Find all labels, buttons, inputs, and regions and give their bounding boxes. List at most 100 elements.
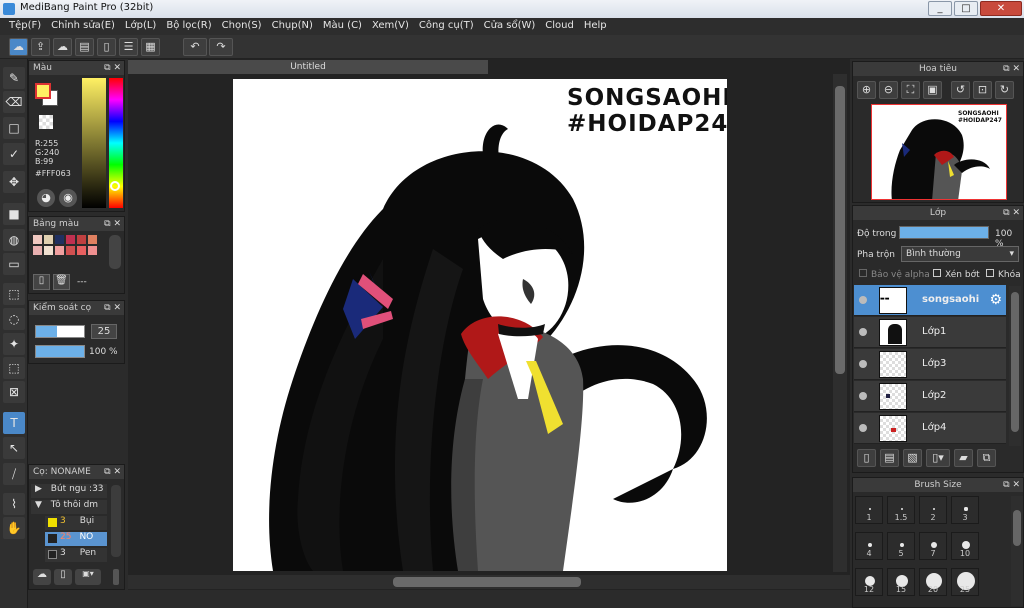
palette-swatch[interactable] — [77, 246, 86, 255]
duplicate-layer-icon[interactable]: ⧉ — [977, 449, 996, 467]
visibility-icon[interactable] — [859, 328, 867, 336]
actual-size-icon[interactable]: ▣ — [923, 81, 942, 99]
brush-opacity-slider[interactable] — [35, 345, 85, 358]
dot-tool-icon[interactable]: ✓ — [3, 143, 25, 165]
add-brush-icon[interactable]: ▯ — [54, 569, 72, 585]
new-layer-icon[interactable]: ▯ — [857, 449, 876, 467]
panel-close-icon[interactable]: ⧉ ✕ — [1003, 478, 1020, 492]
reset-rotation-icon[interactable]: ⊡ — [973, 81, 992, 99]
gradient-tool-icon[interactable]: ▭ — [3, 253, 25, 275]
lasso-icon[interactable]: ◌ — [3, 308, 25, 330]
brush-item[interactable]: 3 Bụi — [45, 516, 107, 530]
foreground-color-swatch[interactable] — [35, 83, 51, 99]
redo-icon[interactable]: ↷ — [209, 38, 233, 56]
brush-size-scroll-thumb[interactable] — [1013, 510, 1021, 546]
canvas-vertical-scrollbar[interactable] — [833, 74, 847, 572]
lock-checkbox[interactable]: Khóa — [986, 269, 1021, 280]
brush-size-option[interactable]: 7 — [919, 532, 947, 560]
brush-size-option[interactable]: 5 — [887, 532, 915, 560]
bucket-tool-icon[interactable]: ◍ — [3, 229, 25, 251]
brush-size-option[interactable]: 25 — [951, 568, 979, 596]
brush-size-option[interactable]: 4 — [855, 532, 883, 560]
navigator-preview[interactable]: SONGSAOHI #HOIDAP247 — [871, 104, 1007, 200]
page-list-icon[interactable]: ☰ — [119, 38, 138, 56]
palette-scrollbar[interactable] — [109, 235, 121, 269]
zoom-in-icon[interactable]: ⊕ — [857, 81, 876, 99]
menu-layer[interactable]: Lớp(L) — [120, 18, 161, 35]
layer-row-selected[interactable]: ▬▬ songsaohi ⚙ — [854, 285, 1006, 316]
clipping-checkbox[interactable]: Xén bớt — [933, 269, 980, 280]
select-pen-icon[interactable]: ⬚ — [3, 357, 25, 379]
layer-row[interactable]: Lớp1 — [854, 317, 1006, 348]
brush-size-option[interactable]: 1 — [855, 496, 883, 524]
visibility-icon[interactable] — [859, 392, 867, 400]
brush-size-option[interactable]: 3 — [951, 496, 979, 524]
panel-close-icon[interactable]: ⧉ ✕ — [104, 61, 121, 75]
document-tab[interactable]: Untitled — [128, 60, 488, 74]
cloud-sync-icon[interactable]: ☁ — [9, 38, 28, 56]
brush-size-option[interactable]: 15 — [887, 568, 915, 596]
saturation-picker[interactable] — [82, 78, 106, 208]
layer-row[interactable]: Lớp3 — [854, 349, 1006, 380]
new-palette-icon[interactable]: ▯ — [33, 274, 50, 290]
brush-size-option[interactable]: 20 — [919, 568, 947, 596]
canvas-horizontal-scrollbar[interactable] — [128, 575, 850, 589]
brush-size-option[interactable]: 2 — [919, 496, 947, 524]
divide-tool-icon[interactable]: ⧸ — [3, 463, 25, 485]
eyedropper-icon[interactable]: ⌇ — [3, 493, 25, 515]
palette-swatch[interactable] — [55, 246, 64, 255]
folder-icon[interactable]: ▰ — [954, 449, 973, 467]
transparent-color-icon[interactable] — [39, 115, 53, 129]
rotate-right-icon[interactable]: ↻ — [995, 81, 1014, 99]
page-icon[interactable]: ▯ — [97, 38, 116, 56]
palette-swatch[interactable] — [66, 235, 75, 244]
palette-swatch[interactable] — [44, 246, 53, 255]
horizontal-scroll-thumb[interactable] — [393, 577, 581, 587]
palette-swatch[interactable] — [88, 235, 97, 244]
color-settings-icon[interactable]: ◉ — [59, 189, 77, 207]
cloud-brush-icon[interactable]: ☁ — [33, 569, 51, 585]
panel-close-icon[interactable]: ⧉ ✕ — [1003, 206, 1020, 220]
brush-menu-icon[interactable]: ▣▾ — [75, 569, 101, 585]
palette-swatch[interactable] — [33, 246, 42, 255]
select-eraser-icon[interactable]: ⊠ — [3, 381, 25, 403]
shape-tool-icon[interactable]: □ — [3, 117, 25, 139]
brush-size-option[interactable]: 10 — [951, 532, 979, 560]
menu-capture[interactable]: Chụp(N) — [267, 18, 318, 35]
rotate-left-icon[interactable]: ↺ — [951, 81, 970, 99]
share-icon[interactable]: ⇪ — [31, 38, 50, 56]
palette-swatch[interactable] — [66, 246, 75, 255]
brush-item-selected[interactable]: 25 NO — [45, 532, 107, 546]
delete-palette-icon[interactable]: 🗑 — [53, 274, 70, 290]
brush-panel-grip[interactable] — [113, 569, 119, 585]
layer-scroll-thumb[interactable] — [1011, 292, 1019, 432]
brush-size-slider[interactable] — [35, 325, 85, 338]
undo-icon[interactable]: ↶ — [183, 38, 207, 56]
panel-close-icon[interactable]: ⧉ ✕ — [104, 465, 121, 479]
protect-alpha-checkbox[interactable]: Bảo vệ alpha — [859, 269, 930, 280]
layer-opacity-slider[interactable] — [899, 226, 989, 239]
layer-row[interactable]: Lớp2 — [854, 381, 1006, 412]
speech-bubble-icon[interactable]: ☁ — [53, 38, 72, 56]
maximize-button[interactable]: □ — [954, 1, 978, 16]
comment-icon[interactable]: ▤ — [75, 38, 94, 56]
palette-swatch[interactable] — [44, 235, 53, 244]
brush-size-value[interactable]: 25 — [91, 324, 117, 339]
select-rect-icon[interactable]: ⬚ — [3, 283, 25, 305]
close-button[interactable]: ✕ — [980, 1, 1022, 16]
brush-group-2[interactable]: ▼ Tô thôi dm — [31, 500, 107, 514]
add-layer-menu-icon[interactable]: ▯▾ — [926, 449, 950, 467]
brush-size-option[interactable]: 1.5 — [887, 496, 915, 524]
brush-group-1[interactable]: ▶ Bút ngu :33 — [31, 484, 107, 498]
zoom-out-icon[interactable]: ⊖ — [879, 81, 898, 99]
brush-list-scrollbar[interactable] — [111, 485, 121, 557]
menu-tools[interactable]: Công cụ(T) — [414, 18, 479, 35]
fit-icon[interactable]: ⛶ — [901, 81, 920, 99]
minimize-button[interactable]: _ — [928, 1, 952, 16]
menu-color[interactable]: Màu (C) — [318, 18, 367, 35]
palette-swatch[interactable] — [88, 246, 97, 255]
vertical-scroll-thumb[interactable] — [835, 86, 845, 374]
menu-file[interactable]: Tệp(F) — [4, 18, 46, 35]
new-8bit-layer-icon[interactable]: ▧ — [903, 449, 922, 467]
brush-size-option[interactable]: 12 — [855, 568, 883, 596]
